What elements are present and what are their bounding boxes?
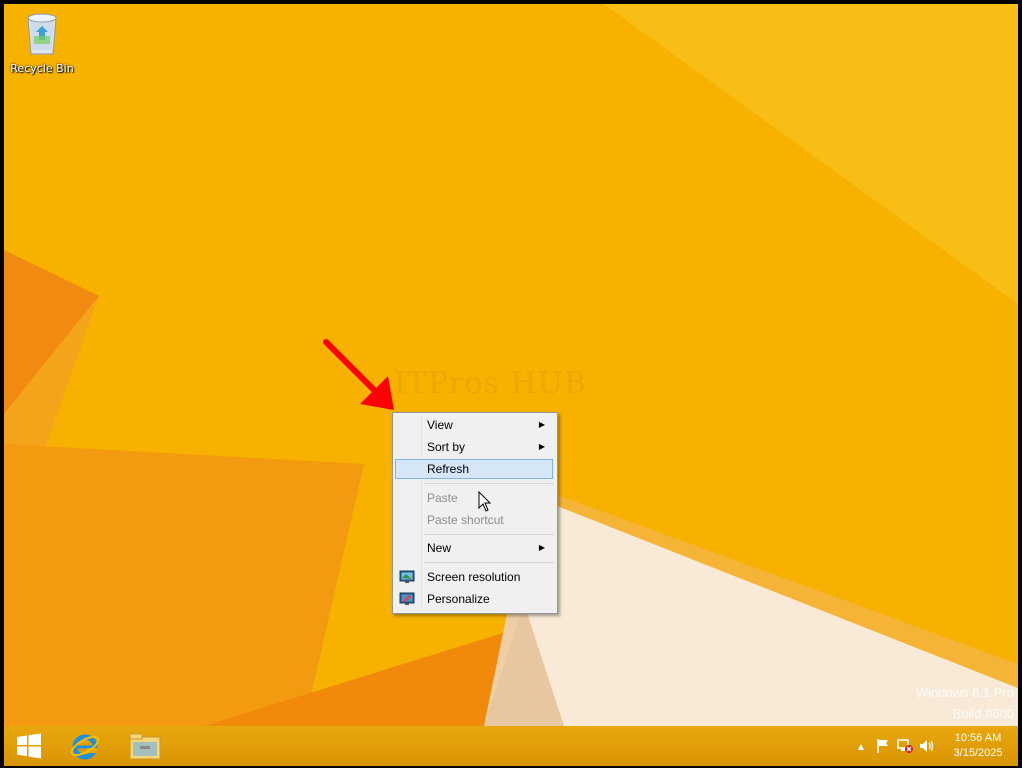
menu-item-sort-by[interactable]: Sort by ▶ bbox=[395, 437, 553, 457]
menu-item-label: Sort by bbox=[427, 440, 466, 454]
menu-item-view[interactable]: View ▶ bbox=[395, 415, 553, 435]
desktop[interactable]: Recycle Bin ITPros HUB Windows 8.1 Pro B… bbox=[4, 4, 1018, 726]
submenu-arrow-icon: ▶ bbox=[538, 442, 545, 451]
menu-item-label: Screen resolution bbox=[427, 570, 521, 584]
clock[interactable]: 10:56 AM 3/15/2025 bbox=[938, 731, 1018, 761]
volume-icon[interactable] bbox=[916, 726, 938, 766]
submenu-arrow-icon: ▶ bbox=[538, 543, 545, 552]
recycle-bin[interactable]: Recycle Bin bbox=[10, 10, 74, 75]
wallpaper bbox=[4, 4, 1018, 726]
menu-item-label: Paste bbox=[427, 491, 458, 505]
system-tray: ▲ 10:56 AM 3/15/2025 bbox=[850, 726, 1018, 766]
display-icon bbox=[399, 570, 415, 583]
action-center-flag-icon[interactable] bbox=[872, 726, 894, 766]
menu-item-paste[interactable]: Paste bbox=[395, 488, 553, 508]
menu-item-label: View bbox=[427, 418, 453, 432]
taskbar: ▲ 10:56 AM 3/15/2025 bbox=[4, 726, 1018, 766]
os-name: Windows 8.1 Pro bbox=[915, 685, 1014, 700]
internet-explorer-icon bbox=[70, 734, 100, 760]
start-icon bbox=[17, 733, 41, 759]
menu-item-label: New bbox=[427, 541, 452, 555]
menu-item-label: Refresh bbox=[427, 462, 470, 476]
recycle-bin-label: Recycle Bin bbox=[10, 62, 74, 75]
menu-item-new[interactable]: New ▶ bbox=[395, 538, 553, 558]
annotation-arrow bbox=[323, 339, 394, 410]
menu-item-label: Personalize bbox=[427, 592, 490, 606]
menu-separator bbox=[424, 483, 554, 484]
context-menu: View ▶ Sort by ▶ Refresh Paste Paste sho… bbox=[392, 412, 558, 614]
show-hidden-icons-icon[interactable]: ▲ bbox=[850, 726, 872, 766]
file-explorer-button[interactable] bbox=[120, 726, 170, 766]
menu-item-screen-resolution[interactable]: Screen resolution bbox=[395, 567, 553, 587]
menu-item-label: Paste shortcut bbox=[427, 513, 504, 527]
recycle-bin-icon bbox=[27, 13, 57, 55]
clock-time: 10:56 AM bbox=[954, 732, 1002, 744]
start-button[interactable] bbox=[4, 726, 54, 766]
os-build: Build 9600 bbox=[952, 706, 1014, 721]
submenu-arrow-icon: ▶ bbox=[538, 420, 545, 429]
internet-explorer-button[interactable] bbox=[60, 726, 110, 766]
file-explorer-icon bbox=[129, 733, 161, 760]
menu-item-personalize[interactable]: Personalize bbox=[395, 589, 553, 609]
network-disconnected-icon[interactable] bbox=[894, 726, 916, 766]
clock-date: 3/15/2025 bbox=[953, 747, 1003, 759]
menu-separator bbox=[424, 534, 554, 535]
menu-item-refresh[interactable]: Refresh bbox=[395, 459, 553, 479]
windows-version: Windows 8.1 Pro Build 9600 bbox=[916, 682, 1014, 724]
mouse-cursor-icon bbox=[478, 491, 492, 512]
menu-separator bbox=[424, 562, 554, 563]
menu-item-paste-shortcut[interactable]: Paste shortcut bbox=[395, 510, 553, 530]
personalize-icon bbox=[399, 592, 415, 605]
watermark: ITPros HUB bbox=[394, 366, 587, 401]
